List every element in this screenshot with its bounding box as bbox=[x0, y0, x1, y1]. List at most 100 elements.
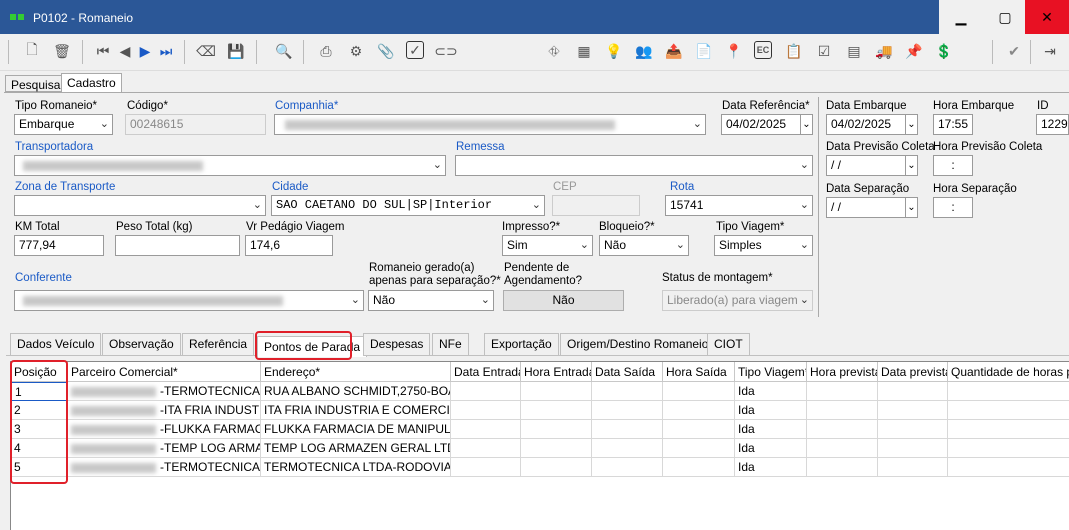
hora-entrada-cell[interactable] bbox=[521, 439, 592, 458]
checklist-icon[interactable]: ☑ bbox=[814, 41, 834, 61]
hora-prevista-cell[interactable] bbox=[807, 439, 878, 458]
minimize-button[interactable]: ▁ bbox=[939, 0, 983, 34]
export-doc-icon[interactable]: 📤 bbox=[664, 41, 684, 61]
hora-saida-cell[interactable] bbox=[663, 420, 735, 439]
qtd-horas-cell[interactable] bbox=[948, 439, 1069, 458]
tab-pesquisa[interactable]: Pesquisa bbox=[5, 75, 67, 92]
data-referencia-field[interactable]: 04/02/2025 ⌄ bbox=[721, 114, 813, 135]
cidade-select[interactable]: SAO CAETANO DO SUL|SP|Interior ⌄ bbox=[271, 195, 545, 216]
data-entrada-cell[interactable] bbox=[451, 439, 521, 458]
first-record-icon[interactable]: ⏮ bbox=[93, 41, 113, 61]
data-entrada-cell[interactable] bbox=[451, 382, 521, 401]
tab-referencia[interactable]: Referência bbox=[182, 333, 255, 356]
tipo-romaneio-select[interactable]: Embarque ⌄ bbox=[14, 114, 113, 135]
parceiro-cell[interactable]: -ITA FRIA INDUST bbox=[68, 401, 261, 420]
tab-exportacao[interactable]: Exportação bbox=[484, 333, 559, 356]
peso-total-field[interactable] bbox=[115, 235, 240, 256]
column-header[interactable]: Tipo Viagem* bbox=[735, 362, 807, 382]
tab-origem-destino-romaneio[interactable]: Origem/Destino Romaneio bbox=[560, 333, 716, 356]
data-entrada-cell[interactable] bbox=[451, 458, 521, 477]
hora-entrada-cell[interactable] bbox=[521, 420, 592, 439]
parceiro-cell[interactable]: -FLUKKA FARMAC bbox=[68, 420, 261, 439]
tipo-viagem-cell[interactable]: Ida bbox=[735, 458, 807, 477]
column-header[interactable]: Data prevista bbox=[878, 362, 948, 382]
tipo-viagem-select[interactable]: Simples ⌄ bbox=[714, 235, 813, 256]
data-entrada-cell[interactable] bbox=[451, 420, 521, 439]
data-saida-cell[interactable] bbox=[592, 401, 663, 420]
map-pin-icon[interactable]: 📌 bbox=[904, 41, 924, 61]
close-button[interactable]: ✕ bbox=[1025, 0, 1069, 34]
vr-pedagio-field[interactable]: 174,6 bbox=[245, 235, 333, 256]
companhia-select[interactable]: ⌄ bbox=[274, 114, 706, 135]
trash-icon[interactable]: 🗑 bbox=[52, 41, 72, 61]
rota-select[interactable]: 15741 ⌄ bbox=[665, 195, 813, 216]
calc-icon[interactable]: ▤ bbox=[844, 41, 864, 61]
hora-embarque-field[interactable]: 17:55 bbox=[933, 114, 973, 135]
km-total-field[interactable]: 777,94 bbox=[14, 235, 104, 256]
hora-prevista-cell[interactable] bbox=[807, 401, 878, 420]
new-doc-icon[interactable]: 🗋 bbox=[22, 41, 42, 61]
parceiro-cell[interactable]: -TERMOTECNICA bbox=[68, 382, 261, 401]
tab-observacao[interactable]: Observação bbox=[102, 333, 181, 356]
tab-cadastro[interactable]: Cadastro bbox=[61, 73, 122, 93]
hora-previsao-coleta-field[interactable]: : bbox=[933, 155, 973, 176]
column-header[interactable]: Data Entrada bbox=[451, 362, 521, 382]
truck-icon[interactable]: 🚚 bbox=[874, 41, 894, 61]
column-header[interactable]: Hora prevista bbox=[807, 362, 878, 382]
hora-saida-cell[interactable] bbox=[663, 382, 735, 401]
hora-prevista-cell[interactable] bbox=[807, 420, 878, 439]
search-icon[interactable]: 🔍 bbox=[274, 41, 294, 61]
tipo-viagem-cell[interactable]: Ida bbox=[735, 420, 807, 439]
impresso-select[interactable]: Sim ⌄ bbox=[502, 235, 593, 256]
transportadora-select[interactable]: ⌄ bbox=[14, 155, 446, 176]
data-previsao-coleta-field[interactable]: / / ⌄ bbox=[826, 155, 918, 176]
money-icon[interactable]: 💲 bbox=[934, 41, 954, 61]
romaneio-gerado-select[interactable]: Não ⌄ bbox=[368, 290, 494, 311]
hora-saida-cell[interactable] bbox=[663, 458, 735, 477]
endereco-cell[interactable]: FLUKKA FARMACIA DE MANIPULACA bbox=[261, 420, 451, 439]
column-header[interactable]: Data Saída bbox=[592, 362, 663, 382]
data-entrada-cell[interactable] bbox=[451, 401, 521, 420]
data-prevista-cell[interactable] bbox=[878, 439, 948, 458]
qtd-horas-cell[interactable] bbox=[948, 420, 1069, 439]
tab-despesas[interactable]: Despesas bbox=[363, 333, 431, 356]
clear-icon[interactable]: ⌫ bbox=[196, 41, 216, 61]
data-saida-cell[interactable] bbox=[592, 458, 663, 477]
column-header[interactable]: Hora Entrada bbox=[521, 362, 592, 382]
location-icon[interactable]: 📍 bbox=[724, 41, 744, 61]
data-prevista-cell[interactable] bbox=[878, 382, 948, 401]
hora-saida-cell[interactable] bbox=[663, 439, 735, 458]
bloqueio-select[interactable]: Não ⌄ bbox=[599, 235, 689, 256]
hora-prevista-cell[interactable] bbox=[807, 458, 878, 477]
check-icon[interactable]: ✔ bbox=[1004, 41, 1024, 61]
link-icon[interactable]: ⊂⊃ bbox=[434, 41, 457, 61]
attach-icon[interactable]: 📎 bbox=[376, 41, 396, 61]
zona-transporte-select[interactable]: ⌄ bbox=[14, 195, 266, 216]
data-prevista-cell[interactable] bbox=[878, 401, 948, 420]
sheet-icon[interactable]: 📄 bbox=[694, 41, 714, 61]
report-icon[interactable]: 📋 bbox=[784, 41, 804, 61]
qtd-horas-cell[interactable] bbox=[948, 401, 1069, 420]
column-header[interactable]: Hora Saída bbox=[663, 362, 735, 382]
remessa-select[interactable]: ⌄ bbox=[455, 155, 813, 176]
maximize-button[interactable]: ▢ bbox=[983, 0, 1027, 34]
tipo-viagem-cell[interactable]: Ida bbox=[735, 382, 807, 401]
data-saida-cell[interactable] bbox=[592, 420, 663, 439]
data-prevista-cell[interactable] bbox=[878, 420, 948, 439]
ec-icon[interactable]: EC bbox=[754, 41, 772, 59]
tipo-viagem-cell[interactable]: Ida bbox=[735, 439, 807, 458]
exit-icon[interactable]: ⇥ bbox=[1040, 41, 1060, 61]
print-icon[interactable]: ⎙ bbox=[316, 41, 336, 61]
endereco-cell[interactable]: ITA FRIA INDUSTRIA E COMERCIO L bbox=[261, 401, 451, 420]
user-group-icon[interactable]: 👥 bbox=[634, 41, 654, 61]
qtd-horas-cell[interactable] bbox=[948, 458, 1069, 477]
tab-dados-veiculo[interactable]: Dados Veículo bbox=[10, 333, 102, 356]
data-saida-cell[interactable] bbox=[592, 382, 663, 401]
next-record-icon[interactable]: ▶ bbox=[135, 41, 155, 61]
endereco-cell[interactable]: TERMOTECNICA LTDA-RODOVIA WA bbox=[261, 458, 451, 477]
data-prevista-cell[interactable] bbox=[878, 458, 948, 477]
settings-icon[interactable]: ⚙ bbox=[346, 41, 366, 61]
endereco-cell[interactable]: TEMP LOG ARMAZEN GERAL LTDA- bbox=[261, 439, 451, 458]
parceiro-cell[interactable]: -TEMP LOG ARMA bbox=[68, 439, 261, 458]
last-record-icon[interactable]: ⏭ bbox=[156, 41, 176, 61]
